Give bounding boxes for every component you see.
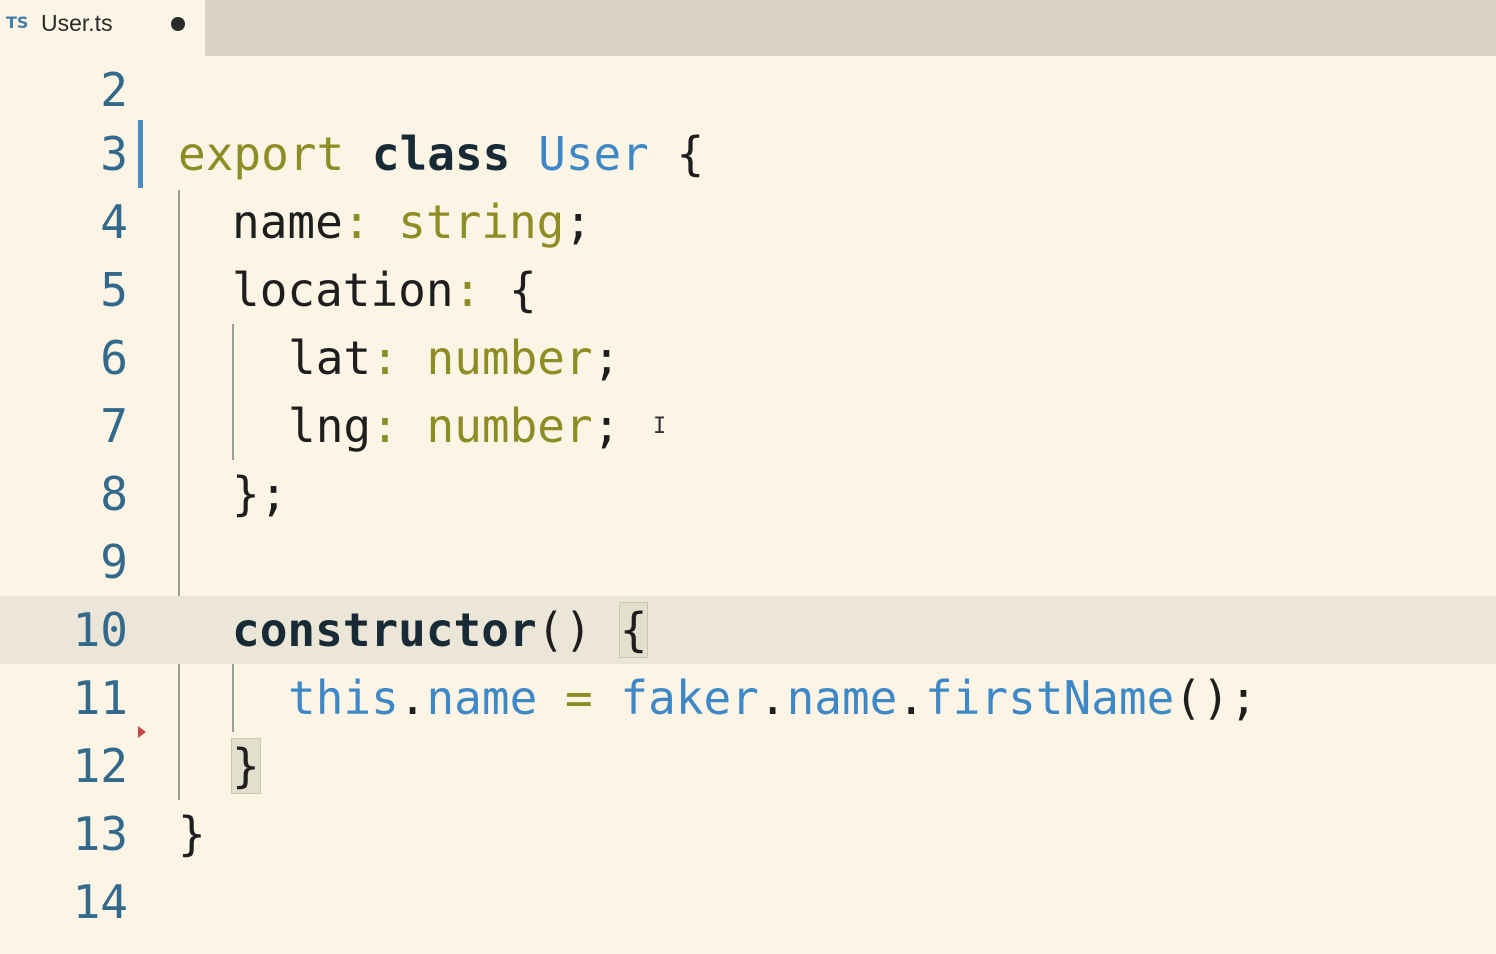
colon: : (453, 263, 482, 317)
keyword: export (178, 127, 345, 181)
tab-bar: TS User.ts (0, 0, 1496, 56)
line-number: 13 (72, 807, 128, 861)
code-line: 3 export class User { (0, 120, 1496, 188)
dot: . (758, 671, 787, 725)
code-line: 14 (0, 868, 1496, 936)
property-name: location (232, 263, 454, 317)
colon: : (342, 195, 371, 249)
identifier: firstName (925, 671, 1175, 725)
tab-title: User.ts (41, 10, 113, 36)
code-line: 4 name: string; (0, 188, 1496, 256)
parens: () (536, 603, 593, 657)
line-number: 10 (72, 603, 128, 657)
line-number: 14 (72, 875, 128, 929)
keyword: this (288, 671, 399, 725)
line-number: 12 (72, 739, 128, 793)
parens: (); (1174, 671, 1258, 725)
property-name: name (232, 195, 343, 249)
code-line: 11 this.name = faker.name.firstName(); (0, 664, 1496, 732)
code-line: 12 } (0, 732, 1496, 800)
code-line: 6 lat: number; (0, 324, 1496, 392)
line-number: 6 (100, 331, 128, 385)
line-number: 8 (100, 467, 128, 521)
dot: . (897, 671, 926, 725)
semicolon: ; (564, 195, 593, 249)
line-number: 11 (72, 671, 128, 725)
identifier: faker (620, 671, 759, 725)
code-editor[interactable]: 2 3 export class User { 4 name: string; … (0, 56, 1496, 954)
line-number: 5 (100, 263, 128, 317)
code-line: 13 } (0, 800, 1496, 868)
colon: : (371, 331, 399, 385)
code-line: 5 location: { (0, 256, 1496, 324)
brace: } (178, 807, 206, 861)
line-number: 4 (100, 195, 128, 249)
property-name: lat (288, 331, 372, 385)
line-number: 2 (100, 63, 128, 117)
identifier: name (426, 671, 538, 725)
type-name: number (426, 399, 593, 453)
current-code-line: 10 constructor() { (0, 596, 1496, 664)
semicolon: ; (592, 331, 621, 385)
code-line: 7 lng: number; (0, 392, 1496, 460)
brace: { (508, 263, 537, 317)
code-line: 8 }; (0, 460, 1496, 528)
type-name: number (426, 331, 593, 385)
unsaved-dot-icon[interactable] (171, 17, 185, 31)
keyword: class (371, 127, 511, 181)
property-name: lng (288, 399, 372, 453)
class-name: User (538, 127, 649, 181)
semicolon: ; (592, 399, 621, 453)
identifier: name (786, 671, 898, 725)
type-name: string (398, 195, 565, 249)
code-line: 2 (0, 56, 1496, 124)
dot: . (398, 671, 427, 725)
line-number: 3 (100, 127, 128, 181)
tab-user-ts[interactable]: TS User.ts (0, 0, 205, 56)
line-number: 7 (100, 399, 128, 453)
matched-brace: } (231, 738, 261, 794)
code-line: 9 (0, 528, 1496, 596)
typescript-icon: TS (6, 13, 29, 32)
keyword: constructor (232, 603, 537, 657)
colon: : (371, 399, 399, 453)
text-cursor-icon: I (653, 414, 667, 439)
brace: }; (232, 467, 288, 521)
brace: { (676, 127, 705, 181)
line-number: 9 (100, 535, 128, 589)
operator: = (564, 671, 593, 725)
matched-brace: { (618, 602, 649, 658)
